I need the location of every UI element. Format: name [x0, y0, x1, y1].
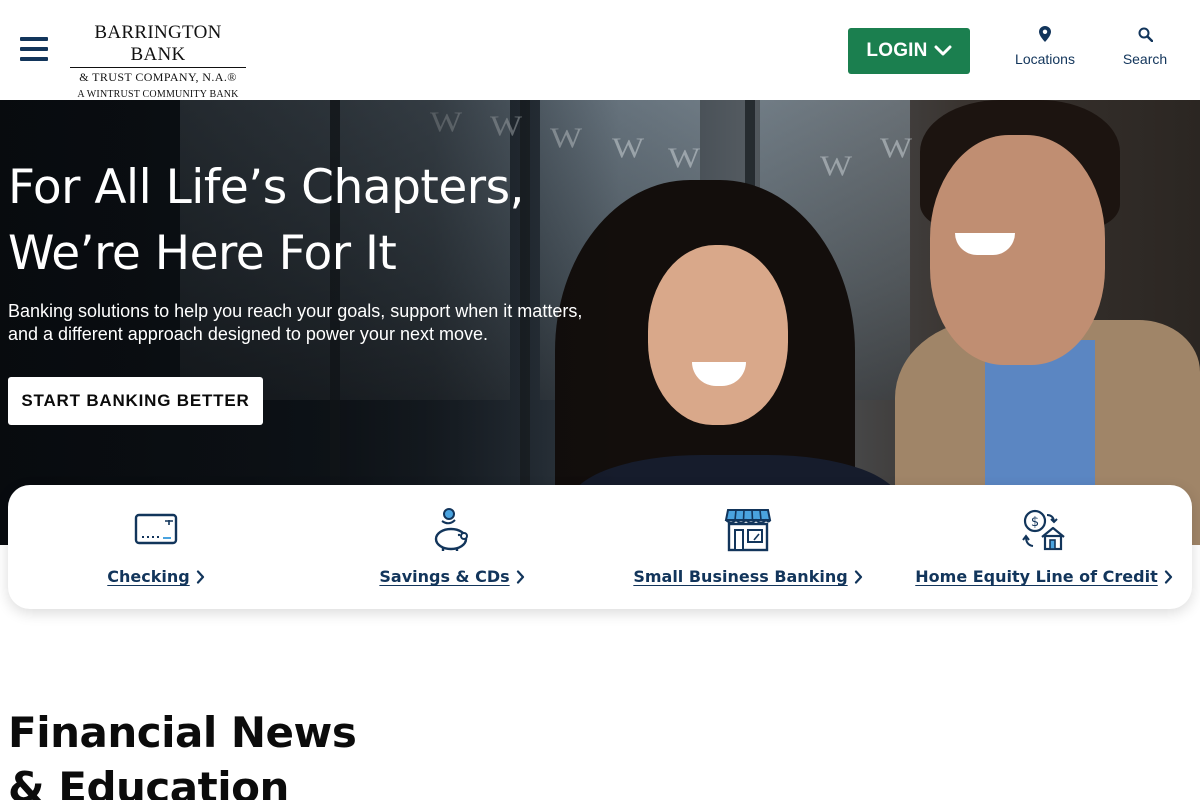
logo-subname: & TRUST COMPANY, N.A.® [79, 70, 237, 84]
home-equity-icon: $ [1022, 509, 1065, 551]
quick-link-label: Home Equity Line of Credit [915, 567, 1158, 586]
search-link[interactable]: Search [1100, 25, 1190, 75]
quick-link-home-equity[interactable]: $ Home Equity Line of Credit [896, 485, 1192, 609]
quick-link-label: Savings & CDs [379, 567, 510, 586]
chevron-right-icon [1164, 569, 1172, 584]
quick-link-label: Checking [107, 567, 190, 586]
hero-photo-man-face [930, 135, 1105, 365]
locations-link[interactable]: Locations [1000, 25, 1090, 75]
search-label: Search [1122, 51, 1168, 67]
site-header: BARRINGTON BANK & TRUST COMPANY, N.A.® A… [0, 0, 1200, 100]
quick-link-savings[interactable]: Savings & CDs [304, 485, 600, 609]
hero-subtitle-line: Banking solutions to help you reach your… [8, 301, 583, 321]
window-decal: W [668, 142, 701, 175]
window-decal: W [820, 150, 853, 183]
hero-title: For All Life’s Chapters, We’re Here For … [8, 155, 628, 287]
search-icon [1138, 27, 1153, 42]
locations-label: Locations [1015, 51, 1075, 67]
quick-link-checking[interactable]: Checking [8, 485, 304, 609]
logo-rule [70, 67, 246, 68]
storefront-icon [724, 509, 772, 552]
hero-photo-woman-face [648, 245, 788, 425]
start-banking-button[interactable]: START BANKING BETTER [8, 377, 263, 425]
map-pin-icon [1039, 26, 1051, 42]
chevron-down-icon [934, 45, 952, 56]
chevron-right-icon [196, 569, 204, 584]
piggy-bank-icon [434, 508, 468, 551]
chevron-right-icon [854, 569, 862, 584]
bank-logo[interactable]: BARRINGTON BANK & TRUST COMPANY, N.A.® A… [68, 22, 248, 100]
chevron-right-icon [516, 569, 524, 584]
hero-subtitle: Banking solutions to help you reach your… [8, 300, 608, 346]
news-heading-line: & Education [8, 763, 289, 800]
quick-link-label: Small Business Banking [633, 567, 848, 586]
hero-title-line: For All Life’s Chapters, [8, 160, 525, 215]
menu-icon[interactable] [20, 37, 48, 63]
product-quick-links: Checking Savings & CDs Small Business Ba… [8, 485, 1192, 609]
hero-banner: W W W W W W W For All Life’s Chapters, W… [0, 100, 1200, 545]
svg-text:$: $ [1031, 515, 1039, 530]
window-decal: W [880, 132, 913, 165]
card-icon [134, 513, 178, 545]
logo-name: BARRINGTON BANK [94, 22, 222, 65]
hero-title-line: We’re Here For It [8, 226, 397, 281]
login-button[interactable]: LOGIN [848, 28, 970, 74]
quick-link-small-business[interactable]: Small Business Banking [600, 485, 896, 609]
news-heading-line: Financial News [8, 708, 357, 757]
hero-subtitle-line: and a different approach designed to pow… [8, 324, 488, 344]
financial-news-heading: Financial News & Education [8, 705, 608, 800]
login-label: LOGIN [866, 40, 928, 61]
